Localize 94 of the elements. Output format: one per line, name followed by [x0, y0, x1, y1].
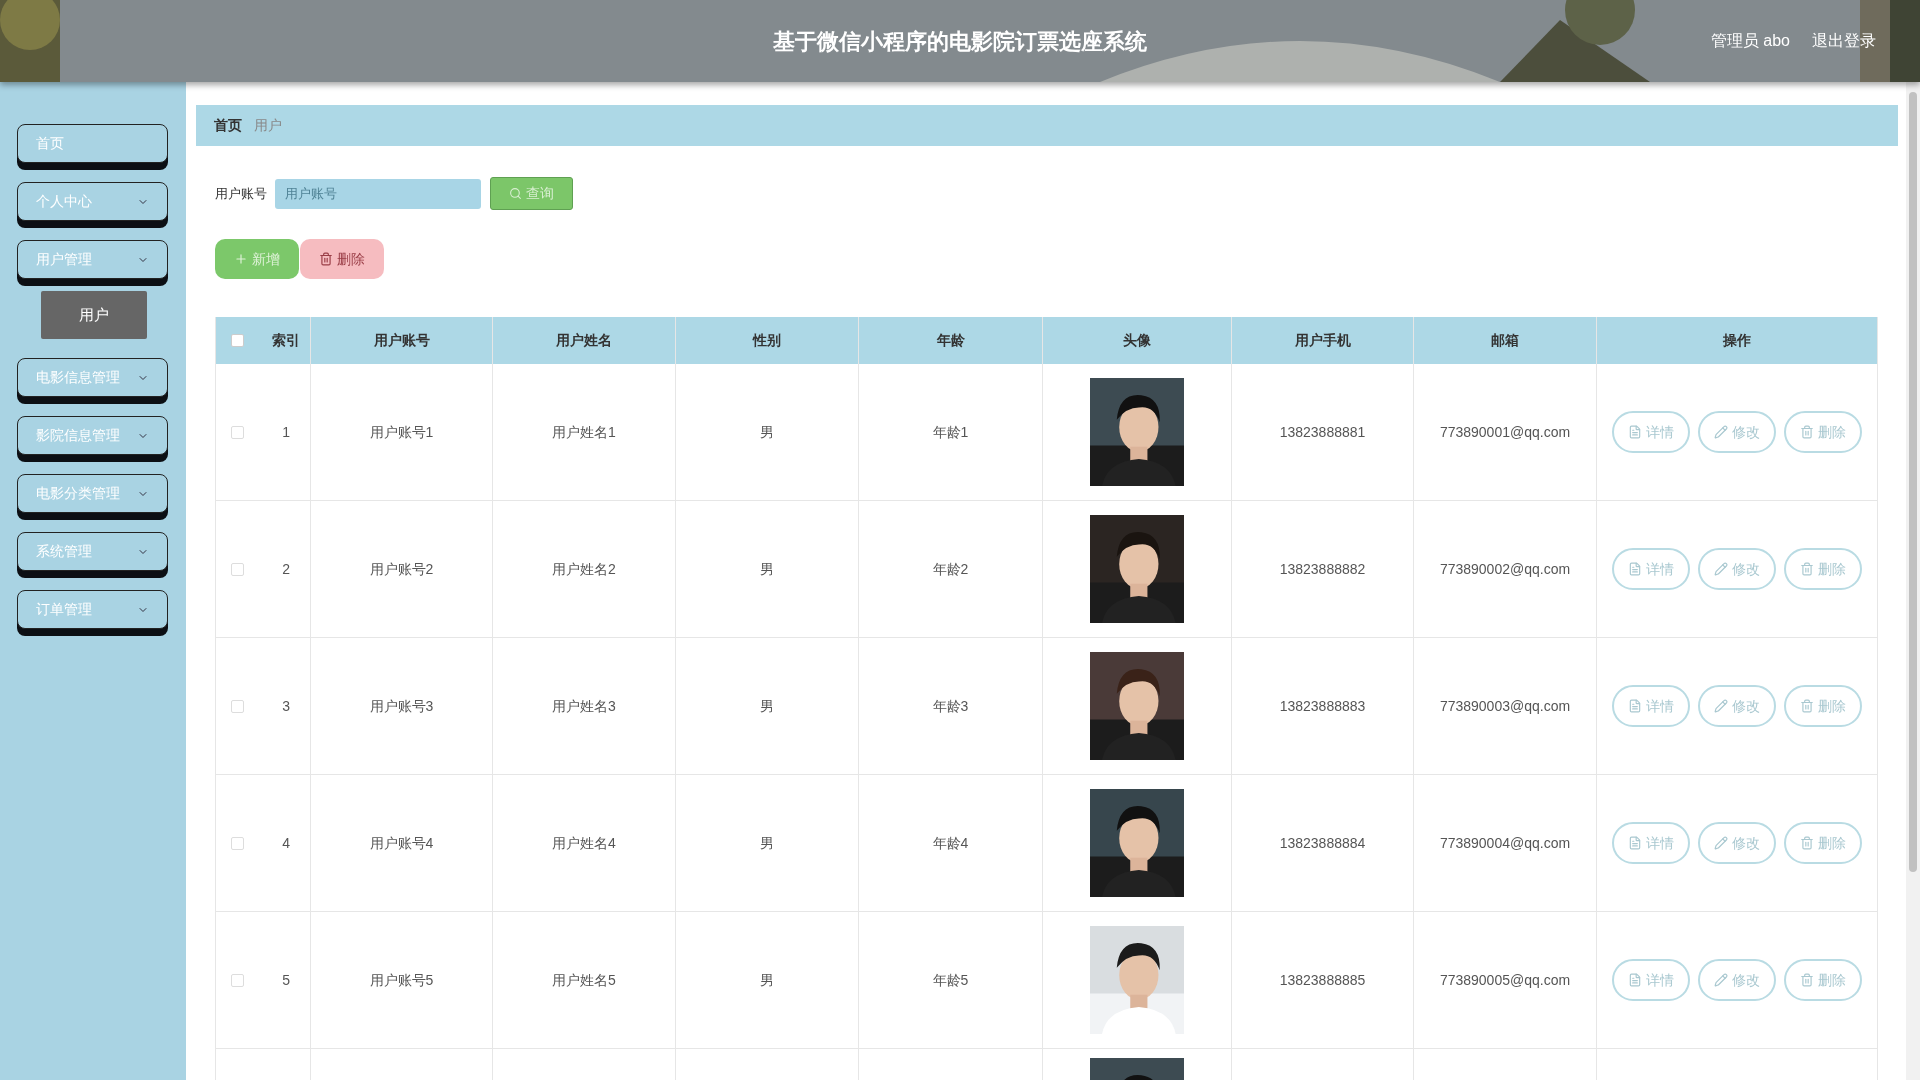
trash-icon	[1800, 699, 1814, 713]
app-title: 基于微信小程序的电影院订票选座系统	[773, 27, 1147, 56]
delete-button[interactable]: 删除	[1784, 822, 1862, 864]
trash-icon	[1800, 425, 1814, 439]
trash-icon	[1800, 973, 1814, 987]
table-cell-text: 年龄1	[932, 422, 969, 442]
delete-button[interactable]: 删除	[1784, 959, 1862, 1001]
detail-button[interactable]: 详情	[1612, 411, 1690, 453]
table-cell-text: 用户账号5	[369, 970, 434, 990]
search-label: 用户账号	[215, 184, 267, 203]
table-cell-text: 男	[760, 559, 774, 579]
table-cell-text: 男	[760, 970, 774, 990]
table-cell-text: 4	[282, 833, 290, 853]
checkbox[interactable]	[231, 334, 244, 347]
table-cell-text: 用户账号2	[369, 559, 434, 579]
edit-button[interactable]: 修改	[1698, 548, 1776, 590]
table-cell-text: 13823888882	[1279, 559, 1366, 579]
delete-button[interactable]: 删除	[1784, 548, 1862, 590]
detail-button[interactable]: 详情	[1612, 685, 1690, 727]
column-header: 年龄	[936, 331, 965, 350]
delete-button[interactable]: 删除	[1784, 685, 1862, 727]
column-header: 索引	[272, 331, 300, 350]
plus-icon	[234, 252, 248, 266]
admin-name: 管理员 abo	[1710, 31, 1790, 51]
edit-button[interactable]: 修改	[1698, 411, 1776, 453]
checkbox[interactable]	[231, 836, 244, 850]
column-header: 用户账号	[373, 331, 430, 350]
table-cell-text: 773890001@qq.com	[1439, 422, 1571, 442]
table-cell-text: 13823888883	[1279, 696, 1366, 716]
pencil-icon	[1714, 425, 1728, 439]
pencil-icon	[1714, 973, 1728, 987]
table-cell-text: 男	[760, 833, 774, 853]
delete-button[interactable]: 删除	[1784, 411, 1862, 453]
table-cell-text: 2	[282, 559, 290, 579]
logout-link[interactable]: 退出登录	[1812, 29, 1876, 53]
table-cell-text: 773890004@qq.com	[1439, 833, 1571, 853]
search-field[interactable]: 用户账号	[275, 178, 481, 209]
column-header: 用户姓名	[556, 331, 612, 350]
table-cell-text: 男	[760, 696, 774, 716]
document-icon	[1628, 425, 1642, 439]
table-cell-text: 773890003@qq.com	[1439, 696, 1571, 716]
table-cell-text: 用户账号4	[369, 833, 434, 853]
table-cell-text: 用户姓名4	[552, 833, 616, 853]
column-header: 用户手机	[1294, 331, 1351, 350]
detail-button[interactable]: 详情	[1612, 822, 1690, 864]
pencil-icon	[1714, 562, 1728, 576]
trash-icon	[1800, 562, 1814, 576]
breadcrumb-link[interactable]: 用户	[254, 115, 282, 136]
trash-icon	[1800, 836, 1814, 850]
checkbox[interactable]	[231, 973, 244, 987]
table-cell-text: 13823888885	[1279, 970, 1366, 990]
search-button[interactable]: 查询	[490, 177, 573, 210]
table-cell-text: 年龄3	[932, 696, 969, 716]
table-cell-text: 1	[282, 422, 290, 442]
table-cell-text: 773890005@qq.com	[1439, 970, 1571, 990]
checkbox[interactable]	[231, 562, 244, 576]
table-cell-text: 用户账号3	[369, 696, 434, 716]
delete-button[interactable]: 删除	[300, 239, 384, 279]
table-cell-text: 年龄4	[932, 833, 969, 853]
table-cell-text: 5	[282, 970, 290, 990]
trash-icon	[319, 252, 333, 266]
table-cell-text: 13823888881	[1279, 422, 1366, 442]
table-cell-text: 用户姓名5	[552, 970, 616, 990]
document-icon	[1628, 973, 1642, 987]
column-header: 邮箱	[1491, 331, 1519, 350]
search-icon	[509, 187, 522, 200]
breadcrumb-link[interactable]: 首页	[214, 115, 242, 136]
edit-button[interactable]: 修改	[1698, 959, 1776, 1001]
document-icon	[1628, 562, 1642, 576]
column-header: 头像	[1123, 331, 1151, 350]
checkbox[interactable]	[231, 425, 244, 439]
pencil-icon	[1714, 836, 1728, 850]
checkbox[interactable]	[231, 699, 244, 713]
table-cell-text: 年龄2	[932, 559, 969, 579]
edit-button[interactable]: 修改	[1698, 822, 1776, 864]
pencil-icon	[1714, 699, 1728, 713]
table-cell-text: 用户姓名2	[552, 559, 616, 579]
table-cell-text: 3	[282, 696, 290, 716]
column-header: 操作	[1723, 331, 1751, 350]
detail-button[interactable]: 详情	[1612, 959, 1690, 1001]
document-icon	[1628, 836, 1642, 850]
table-cell-text: 男	[760, 422, 774, 442]
table-cell-text: 年龄5	[932, 970, 969, 990]
table-cell-text: 13823888884	[1279, 833, 1366, 853]
add-button[interactable]: 新增	[215, 239, 299, 279]
table-cell-text: 用户姓名1	[552, 422, 616, 442]
table-cell-text: 用户账号1	[369, 422, 434, 442]
submenu-item[interactable]: 用户	[41, 291, 147, 339]
column-header: 性别	[753, 331, 781, 350]
detail-button[interactable]: 详情	[1612, 548, 1690, 590]
table-cell-text: 773890002@qq.com	[1439, 559, 1571, 579]
edit-button[interactable]: 修改	[1698, 685, 1776, 727]
document-icon	[1628, 699, 1642, 713]
table-cell-text: 用户姓名3	[552, 696, 616, 716]
